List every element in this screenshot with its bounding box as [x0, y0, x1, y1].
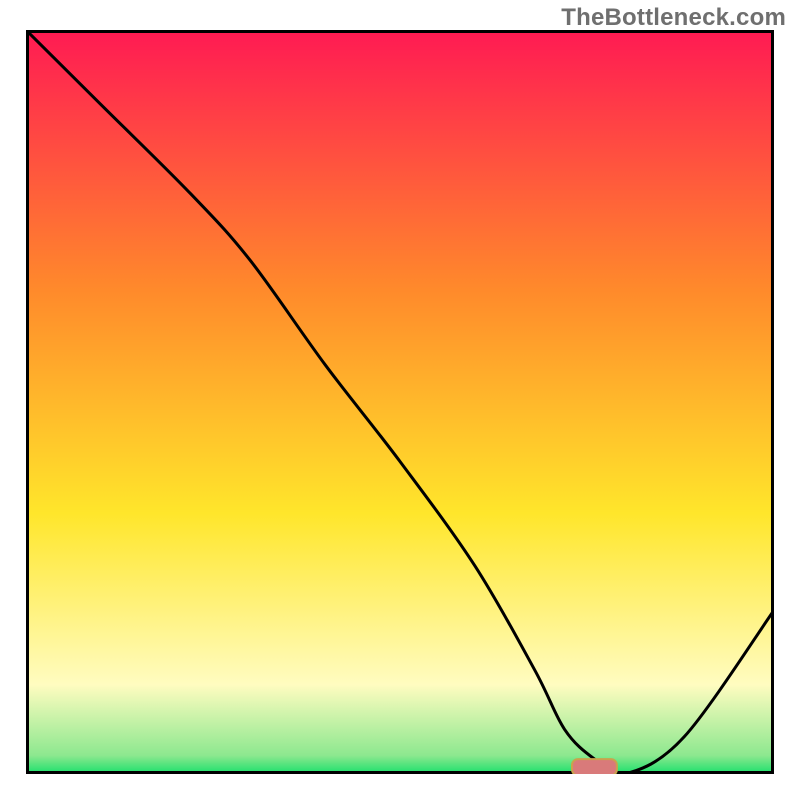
- chart-stage: TheBottleneck.com: [0, 0, 800, 800]
- chart-plot-area: [26, 30, 774, 774]
- watermark-text: TheBottleneck.com: [561, 4, 786, 32]
- optimal-marker: [572, 759, 617, 774]
- chart-svg: [26, 30, 774, 774]
